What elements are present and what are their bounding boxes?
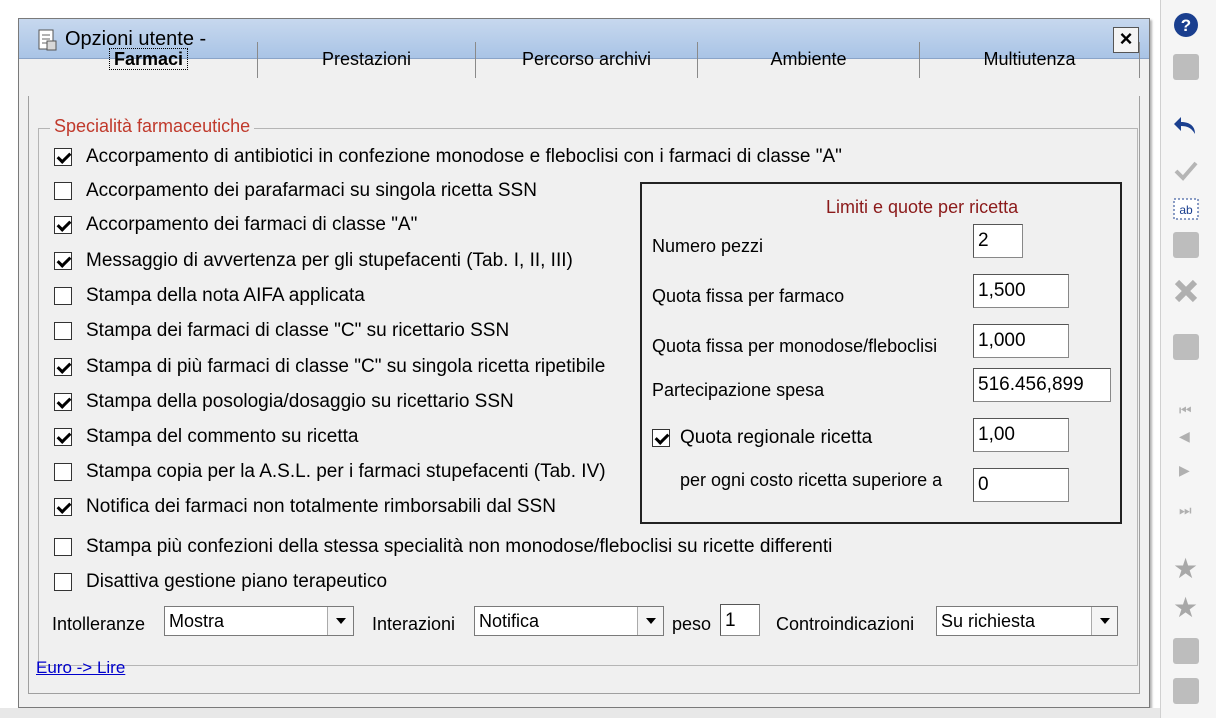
check-antibiotici[interactable]: Accorpamento di antibiotici in confezion…: [54, 145, 842, 169]
check-nota-aifa[interactable]: Stampa della nota AIFA applicata: [54, 284, 365, 308]
chevron-down-icon[interactable]: [327, 607, 353, 635]
quota-fissa-label: Quota fissa per farmaco: [652, 286, 845, 306]
status-strip: [0, 708, 1160, 718]
controindicazioni-select[interactable]: Su richiesta: [936, 606, 1118, 636]
delete-icon[interactable]: [1173, 278, 1199, 304]
tab-multiutenza[interactable]: Multiutenza: [920, 42, 1140, 78]
checkbox[interactable]: [54, 498, 72, 516]
peso-input[interactable]: 1: [720, 604, 760, 636]
tab-strip: Farmaci Prestazioni Percorso archivi Amb…: [40, 42, 1140, 78]
checkbox[interactable]: [54, 358, 72, 376]
undo-icon[interactable]: [1173, 114, 1199, 140]
interazioni-label: Interazioni: [372, 614, 456, 634]
tab-ambiente[interactable]: Ambiente: [698, 42, 920, 78]
copy-icon[interactable]: [1173, 232, 1199, 258]
checkbox[interactable]: [652, 429, 670, 447]
star-icon[interactable]: ★: [1173, 555, 1198, 583]
euro-lire-link[interactable]: Euro -> Lire: [36, 658, 125, 678]
checkbox[interactable]: [54, 322, 72, 340]
interazioni-select[interactable]: Notifica: [474, 606, 664, 636]
quota-regionale-input[interactable]: 1,00: [973, 418, 1069, 452]
check-piano-terapeutico[interactable]: Disattiva gestione piano terapeutico: [54, 570, 387, 594]
checkbox[interactable]: [54, 393, 72, 411]
check-commento[interactable]: Stampa del commento su ricetta: [54, 425, 358, 449]
partecipazione-label: Partecipazione spesa: [652, 380, 825, 400]
quota-mono-input[interactable]: 1,000: [973, 324, 1069, 358]
checkbox[interactable]: [54, 148, 72, 166]
svg-text:?: ?: [1181, 16, 1191, 35]
checkbox[interactable]: [54, 428, 72, 446]
check-quota-regionale[interactable]: Quota regionale ricetta: [652, 426, 872, 450]
check-stupefacenti[interactable]: Messaggio di avvertenza per gli stupefac…: [54, 249, 573, 273]
check-piu-farmaci-c[interactable]: Stampa di più farmaci di classe "C" su s…: [54, 355, 605, 379]
check-notifica-rimborsabili[interactable]: Notifica dei farmaci non totalmente rimb…: [54, 495, 556, 519]
tab-farmaci[interactable]: Farmaci: [40, 42, 258, 78]
check-parafarmaci[interactable]: Accorpamento dei parafarmaci su singola …: [54, 179, 537, 203]
help-icon[interactable]: ?: [1173, 12, 1199, 38]
chevron-down-icon[interactable]: [1091, 607, 1117, 635]
check-classe-c[interactable]: Stampa dei farmaci di classe "C" su rice…: [54, 319, 509, 343]
intolleranze-label: Intolleranze: [52, 614, 146, 634]
partecipazione-input[interactable]: 516.456,899: [973, 368, 1111, 402]
tab-prestazioni[interactable]: Prestazioni: [258, 42, 476, 78]
limits-title: Limiti e quote per ricetta: [826, 197, 1019, 217]
check-posologia[interactable]: Stampa della posologia/dosaggio su ricet…: [54, 390, 514, 414]
checkbox[interactable]: [54, 216, 72, 234]
numero-pezzi-input[interactable]: 2: [973, 224, 1023, 258]
checkbox[interactable]: [54, 573, 72, 591]
group-title: Specialità farmaceutiche: [50, 116, 255, 137]
costo-ricetta-label: per ogni costo ricetta superiore a: [680, 470, 943, 490]
next-icon[interactable]: ▶: [1179, 462, 1190, 479]
peso-label: peso: [672, 614, 712, 634]
side-toolbar: ? ab ⏮ ◀ ▶ ⏭ ★ ★: [1160, 0, 1216, 718]
check-piu-confezioni[interactable]: Stampa più confezioni della stessa speci…: [54, 535, 832, 559]
checkbox[interactable]: [54, 538, 72, 556]
check-copia-asl[interactable]: Stampa copia per la A.S.L. per i farmaci…: [54, 460, 606, 484]
quota-mono-label: Quota fissa per monodose/fleboclisi: [652, 336, 938, 356]
check-classe-a[interactable]: Accorpamento dei farmaci di classe "A": [54, 213, 417, 237]
grid-icon[interactable]: [1173, 334, 1199, 360]
tab-percorso-archivi[interactable]: Percorso archivi: [476, 42, 698, 78]
prev-icon[interactable]: ◀: [1179, 428, 1190, 445]
costo-ricetta-input[interactable]: 0: [973, 468, 1069, 502]
checkbox[interactable]: [54, 287, 72, 305]
checkbox[interactable]: [54, 252, 72, 270]
checkbox[interactable]: [54, 182, 72, 200]
intolleranze-select[interactable]: Mostra: [164, 606, 354, 636]
check-icon[interactable]: [1173, 158, 1199, 184]
list-icon[interactable]: [1173, 678, 1199, 704]
chevron-down-icon[interactable]: [637, 607, 663, 635]
numero-pezzi-label: Numero pezzi: [652, 236, 764, 256]
quota-fissa-input[interactable]: 1,500: [973, 274, 1069, 308]
last-icon[interactable]: ⏭: [1179, 502, 1192, 519]
star-multi-icon[interactable]: ★: [1173, 594, 1198, 622]
checkbox[interactable]: [54, 463, 72, 481]
controindicazioni-label: Controindicazioni: [776, 614, 915, 634]
print-icon[interactable]: [1173, 638, 1199, 664]
svg-text:ab: ab: [1179, 203, 1193, 217]
ab-icon[interactable]: ab: [1173, 196, 1199, 222]
page-icon[interactable]: [1173, 54, 1199, 80]
first-icon[interactable]: ⏮: [1179, 402, 1192, 419]
